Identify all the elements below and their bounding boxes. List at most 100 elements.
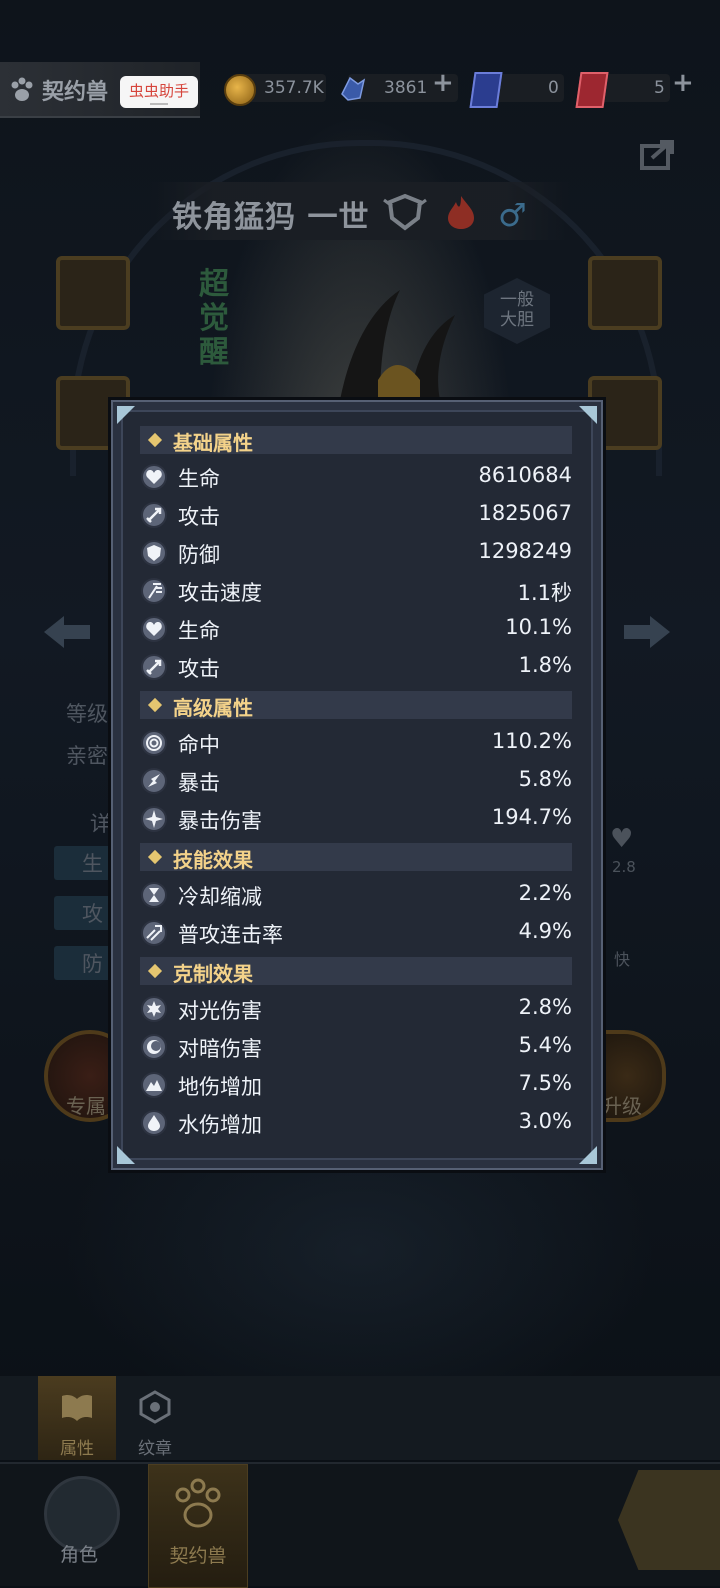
nav-contract-beast[interactable]: 契约兽 bbox=[148, 1464, 248, 1588]
bottom-nav: 角色 契约兽 bbox=[0, 1462, 720, 1588]
stat-value: 1298249 bbox=[478, 539, 572, 563]
nav-forward-arrow[interactable] bbox=[618, 1470, 720, 1570]
corner-ornament-icon bbox=[117, 406, 135, 424]
stat-value: 1.8% bbox=[518, 653, 572, 677]
stat-name: 命中 bbox=[178, 733, 220, 757]
stat-name: 冷却缩减 bbox=[178, 885, 262, 909]
right-value: 2.8 bbox=[612, 858, 636, 876]
stat-value: 1.1秒 bbox=[517, 581, 572, 605]
side-hp-row: 生 bbox=[54, 846, 114, 880]
heart-icon bbox=[141, 616, 167, 642]
section-counter-effects: 克制效果 bbox=[140, 957, 572, 986]
stat-value: 10.1% bbox=[505, 615, 572, 639]
stat-value: 2.8% bbox=[518, 995, 572, 1019]
stat-row: 攻击速度 1.1秒 bbox=[140, 575, 572, 609]
section-title: 基础属性 bbox=[173, 431, 253, 455]
stat-value: 2.2% bbox=[518, 881, 572, 905]
sword-icon bbox=[141, 654, 167, 680]
super-awaken-label: 超觉醒 bbox=[199, 267, 229, 370]
stat-row: 防御 1298249 bbox=[140, 537, 572, 571]
side-atk-label: 攻 bbox=[82, 902, 103, 926]
stat-name: 暴击 bbox=[178, 771, 220, 795]
stat-value: 1825067 bbox=[478, 501, 572, 525]
share-icon[interactable] bbox=[640, 136, 678, 170]
light-icon bbox=[141, 996, 167, 1022]
stat-value: 7.5% bbox=[518, 1071, 572, 1095]
stat-name: 地伤增加 bbox=[178, 1075, 262, 1099]
corner-ornament-icon bbox=[579, 1146, 597, 1164]
stat-row: 生命 8610684 bbox=[140, 461, 572, 495]
corner-ornament-icon bbox=[579, 406, 597, 424]
red-card-icon bbox=[575, 72, 609, 108]
stat-name: 对暗伤害 bbox=[178, 1037, 262, 1061]
stat-name: 水伤增加 bbox=[178, 1113, 262, 1137]
gold-coin-icon bbox=[224, 74, 256, 106]
heart-icon bbox=[141, 464, 167, 490]
sub-tab-bar: 属性 纹章 bbox=[0, 1376, 720, 1460]
section-title: 高级属性 bbox=[173, 696, 253, 720]
stat-name: 攻击速度 bbox=[178, 581, 262, 605]
earth-icon bbox=[141, 1072, 167, 1098]
stat-row: 攻击 1825067 bbox=[140, 499, 572, 533]
intimacy-label: 亲密 bbox=[66, 744, 108, 768]
equipment-slot-claw[interactable] bbox=[56, 256, 130, 330]
male-gender-icon: ♂ bbox=[498, 196, 527, 234]
tab-emblem-label: 纹章 bbox=[138, 1439, 172, 1459]
hourglass-icon bbox=[141, 882, 167, 908]
diamond-icon bbox=[147, 697, 163, 713]
stat-row: 水伤增加 3.0% bbox=[140, 1107, 572, 1141]
section-title: 克制效果 bbox=[173, 962, 253, 986]
stat-row: 暴击伤害 194.7% bbox=[140, 803, 572, 837]
diamond-icon bbox=[147, 432, 163, 448]
crystal-value: 3861 bbox=[384, 78, 428, 98]
personality-line2: 大胆 bbox=[500, 310, 534, 330]
add-card-button[interactable]: + bbox=[672, 68, 694, 98]
red-card-value: 5 bbox=[654, 78, 665, 98]
crit-damage-icon bbox=[141, 806, 167, 832]
combo-icon bbox=[141, 920, 167, 946]
stat-row: 普攻连击率 4.9% bbox=[140, 917, 572, 951]
right-speed-label: 快 bbox=[614, 950, 631, 969]
side-def-label: 防 bbox=[82, 952, 103, 976]
stat-row: 命中 110.2% bbox=[140, 727, 572, 761]
stat-row: 生命 10.1% bbox=[140, 613, 572, 647]
prev-arrow-icon[interactable] bbox=[42, 612, 92, 652]
diamond-icon bbox=[147, 849, 163, 865]
tab-emblem[interactable]: 纹章 bbox=[116, 1376, 194, 1460]
stat-value: 8610684 bbox=[478, 463, 572, 487]
fire-element-icon bbox=[448, 196, 474, 229]
next-arrow-icon[interactable] bbox=[622, 612, 672, 652]
paw-nav-icon bbox=[175, 1478, 221, 1528]
right-heart-icon: ♥ bbox=[610, 824, 634, 854]
add-crystal-button[interactable]: + bbox=[432, 68, 454, 98]
stat-row: 暴击 5.8% bbox=[140, 765, 572, 799]
crit-icon bbox=[141, 768, 167, 794]
equipment-slot-ring[interactable] bbox=[588, 256, 662, 330]
stat-value: 194.7% bbox=[491, 805, 572, 829]
helper-badge[interactable]: 虫虫助手 bbox=[120, 76, 198, 108]
paw-icon bbox=[11, 77, 33, 101]
stat-name: 对光伤害 bbox=[178, 999, 262, 1023]
emblem-icon bbox=[139, 1390, 171, 1424]
stat-row: 攻击 1.8% bbox=[140, 651, 572, 685]
stat-name: 攻击 bbox=[178, 505, 220, 529]
stat-value: 5.4% bbox=[518, 1033, 572, 1057]
page-title: 契约兽 bbox=[42, 80, 109, 105]
side-hp-label: 生 bbox=[82, 852, 103, 876]
gold-value: 357.7K bbox=[264, 78, 324, 98]
nav-character[interactable]: 角色 bbox=[30, 1464, 128, 1586]
diamond-icon bbox=[147, 963, 163, 979]
dark-icon bbox=[141, 1034, 167, 1060]
stat-name: 防御 bbox=[178, 543, 220, 567]
section-advanced-attributes: 高级属性 bbox=[140, 691, 572, 720]
stat-value: 4.9% bbox=[518, 919, 572, 943]
stat-name: 普攻连击率 bbox=[178, 923, 283, 947]
upgrade-label: 升级 bbox=[602, 1094, 642, 1118]
tab-attributes[interactable]: 属性 bbox=[38, 1376, 116, 1460]
stat-value: 3.0% bbox=[518, 1109, 572, 1133]
tab-attributes-label: 属性 bbox=[60, 1439, 94, 1459]
nav-contract-beast-label: 契约兽 bbox=[169, 1545, 227, 1567]
personality-line1: 一般 bbox=[500, 290, 534, 310]
level-label: 等级 bbox=[66, 702, 108, 726]
corner-ornament-icon bbox=[117, 1146, 135, 1164]
